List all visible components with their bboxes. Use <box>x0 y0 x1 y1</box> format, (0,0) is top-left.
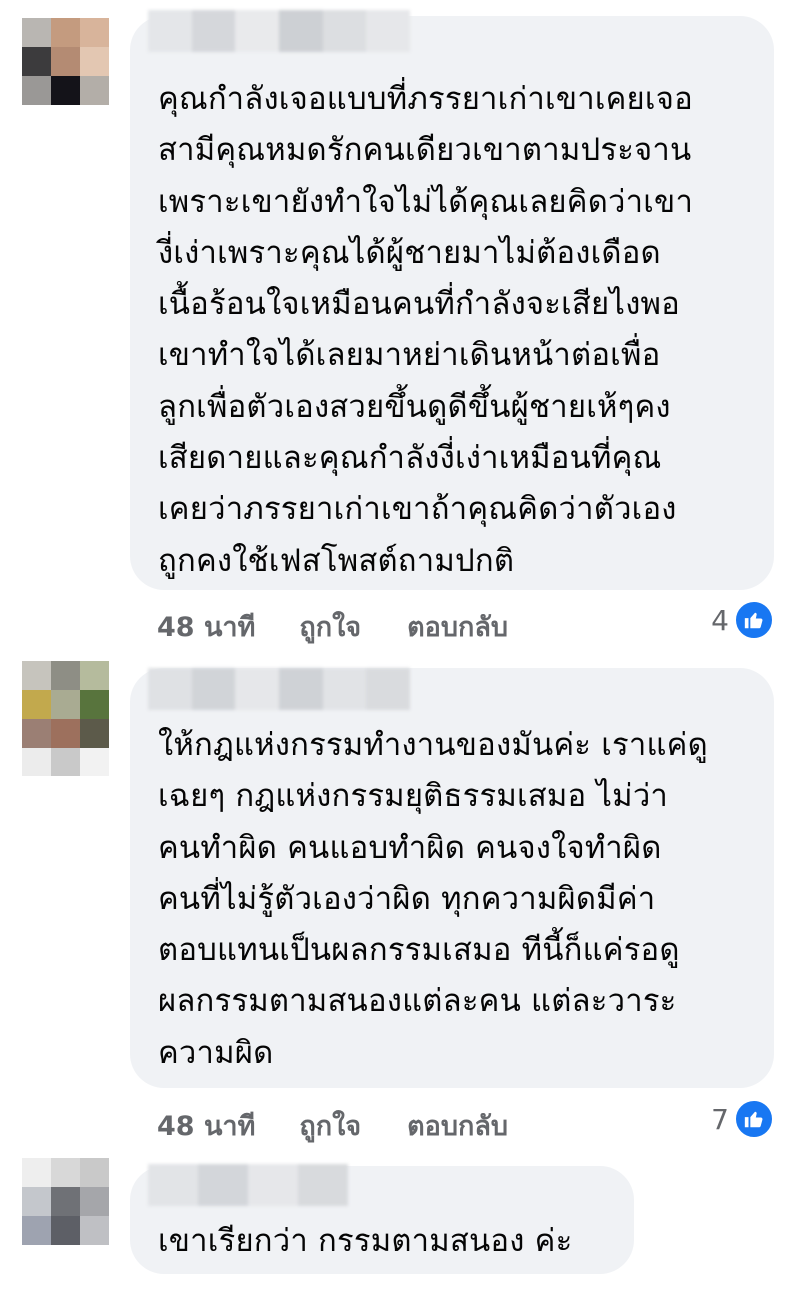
comment-actions: 48 นาที ถูกใจ ตอบกลับ <box>157 1104 508 1147</box>
comment-text: คุณกำลังเจอแบบที่ภรรยาเก่าเขาเคยเจอ สามี… <box>158 81 694 579</box>
commenter-name-blurred[interactable] <box>148 1164 348 1206</box>
reaction-summary[interactable]: 4 <box>711 600 774 640</box>
avatar[interactable] <box>22 1158 109 1245</box>
comment-timestamp[interactable]: 48 นาที <box>157 1104 255 1147</box>
comment-bubble: ให้กฎแห่งกรรมทำงานของมันค่ะ เราแค่ดู เฉย… <box>130 668 774 1088</box>
avatar-edge <box>22 748 109 776</box>
comment-bubble: คุณกำลังเจอแบบที่ภรรยาเก่าเขาเคยเจอ สามี… <box>130 10 774 590</box>
comment-actions: 48 นาที ถูกใจ ตอบกลับ <box>157 605 508 648</box>
reply-button[interactable]: ตอบกลับ <box>407 1104 508 1147</box>
like-button[interactable]: ถูกใจ <box>299 605 361 648</box>
comment-text: เขาเรียกว่า กรรมตามสนอง ค่ะ <box>158 1223 573 1259</box>
like-button[interactable]: ถูกใจ <box>299 1104 361 1147</box>
like-icon <box>734 600 774 640</box>
avatar[interactable] <box>22 18 109 105</box>
reaction-count: 7 <box>711 1102 729 1136</box>
reaction-count: 4 <box>711 603 729 637</box>
commenter-name-blurred[interactable] <box>148 668 410 710</box>
reaction-summary[interactable]: 7 <box>711 1099 774 1139</box>
comment-bubble: เขาเรียกว่า กรรมตามสนอง ค่ะ <box>130 1164 634 1274</box>
avatar[interactable] <box>22 661 109 748</box>
reply-button[interactable]: ตอบกลับ <box>407 605 508 648</box>
comment-text: ให้กฎแห่งกรรมทำงานของมันค่ะ เราแค่ดู เฉย… <box>158 727 708 1071</box>
commenter-name-blurred[interactable] <box>148 10 410 52</box>
like-icon <box>734 1099 774 1139</box>
comment-timestamp[interactable]: 48 นาที <box>157 605 255 648</box>
